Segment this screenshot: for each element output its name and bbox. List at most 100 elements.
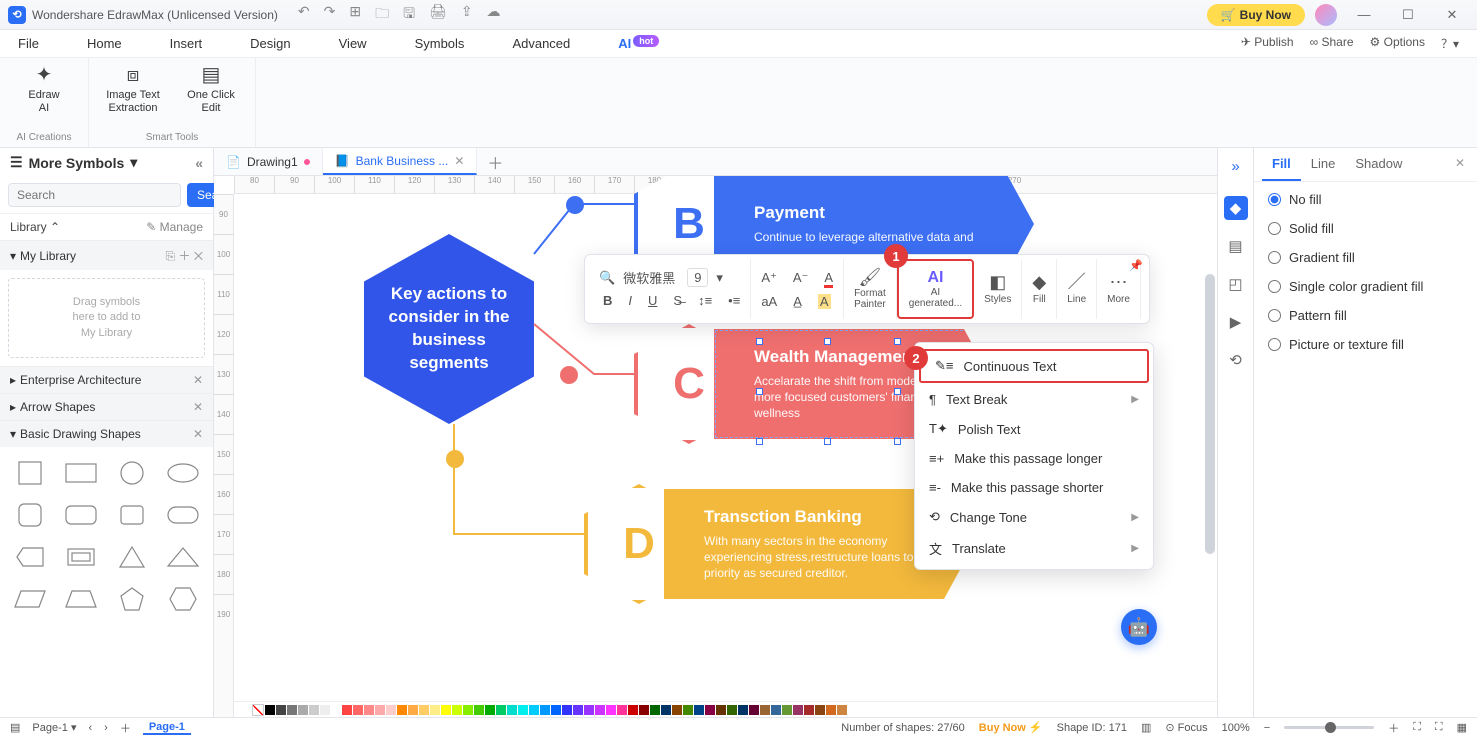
- menu-continuous-text[interactable]: ✎≡Continuous Text: [919, 349, 1149, 383]
- color-swatch[interactable]: [331, 705, 341, 715]
- menu-make-shorter[interactable]: ≡-Make this passage shorter: [915, 473, 1153, 502]
- category-arrow-shapes[interactable]: ▸ Arrow Shapes✕: [0, 393, 213, 420]
- symbol-search-input[interactable]: [8, 183, 181, 207]
- open-icon[interactable]: 🗀: [375, 3, 389, 27]
- color-swatch[interactable]: [727, 705, 737, 715]
- underline-button[interactable]: U: [644, 291, 661, 310]
- export-icon[interactable]: ⇪: [461, 3, 473, 27]
- sheet-panel-icon[interactable]: ◰: [1224, 272, 1248, 296]
- user-avatar[interactable]: [1315, 4, 1337, 26]
- doc-tab-drawing1[interactable]: 📄Drawing1: [214, 148, 323, 175]
- one-click-edit-button[interactable]: ▤One Click Edit: [181, 64, 241, 114]
- pin-icon[interactable]: 📌: [1129, 259, 1143, 272]
- add-lib-icon[interactable]: ＋: [178, 249, 190, 263]
- text-fx-button[interactable]: A̲: [789, 292, 806, 311]
- color-swatch[interactable]: [386, 705, 396, 715]
- color-swatch[interactable]: [441, 705, 451, 715]
- color-swatch[interactable]: [606, 705, 616, 715]
- image-text-extraction-button[interactable]: ⧈Image Text Extraction: [103, 64, 163, 114]
- color-swatch[interactable]: [683, 705, 693, 715]
- color-swatch[interactable]: [782, 705, 792, 715]
- selection-handle[interactable]: [824, 338, 831, 345]
- menu-make-longer[interactable]: ≡+Make this passage longer: [915, 444, 1153, 473]
- page-panel-icon[interactable]: ▤: [1224, 234, 1248, 258]
- shape-triangle[interactable]: [110, 539, 155, 575]
- close-icon[interactable]: ✕: [193, 400, 203, 414]
- color-swatch[interactable]: [738, 705, 748, 715]
- page-dropdown[interactable]: Page-1 ▾: [32, 721, 76, 734]
- page-tab[interactable]: Page-1: [143, 721, 191, 735]
- color-swatch[interactable]: [320, 705, 330, 715]
- vertical-scrollbar[interactable]: [1205, 274, 1215, 554]
- color-swatch[interactable]: [265, 705, 275, 715]
- color-swatch[interactable]: [485, 705, 495, 715]
- chevron-down-icon[interactable]: ▾: [716, 270, 723, 286]
- close-panel-icon[interactable]: ✕: [1451, 148, 1469, 181]
- font-increase-button[interactable]: A⁺: [757, 268, 781, 288]
- line-spacing-button[interactable]: ↕≡: [694, 291, 716, 310]
- selection-handle[interactable]: [756, 438, 763, 445]
- more-symbols-label[interactable]: More Symbols: [29, 155, 125, 171]
- color-swatch[interactable]: [617, 705, 627, 715]
- shape-parallelogram[interactable]: [8, 581, 53, 617]
- color-swatch[interactable]: [298, 705, 308, 715]
- menu-view[interactable]: View: [339, 36, 367, 51]
- shape-rect[interactable]: [59, 455, 104, 491]
- strikethrough-button[interactable]: S̶: [669, 291, 686, 310]
- color-swatch[interactable]: [419, 705, 429, 715]
- prev-page-icon[interactable]: ‹: [88, 722, 92, 734]
- redo-icon[interactable]: ↷: [324, 3, 336, 27]
- add-tab-button[interactable]: ＋: [477, 150, 513, 174]
- color-swatch[interactable]: [364, 705, 374, 715]
- font-name[interactable]: 微软雅黑: [623, 268, 679, 287]
- zoom-value[interactable]: 100%: [1222, 722, 1250, 734]
- menu-change-tone[interactable]: ⟲Change Tone▶: [915, 502, 1153, 532]
- buy-now-button[interactable]: 🛒 Buy Now: [1207, 4, 1305, 26]
- hamburger-icon[interactable]: ☰: [10, 154, 23, 171]
- category-enterprise-architecture[interactable]: ▸ Enterprise Architecture✕: [0, 366, 213, 393]
- diagram-title-hex[interactable]: Key actions to consider in the business …: [364, 234, 534, 424]
- menu-design[interactable]: Design: [250, 36, 290, 51]
- next-page-icon[interactable]: ›: [104, 722, 108, 734]
- color-swatch[interactable]: [595, 705, 605, 715]
- font-search-icon[interactable]: 🔍: [599, 270, 615, 286]
- minimize-button[interactable]: —: [1347, 3, 1381, 27]
- help-button[interactable]: ？▾: [1441, 35, 1459, 52]
- color-swatch[interactable]: [639, 705, 649, 715]
- color-swatch[interactable]: [540, 705, 550, 715]
- presentation-panel-icon[interactable]: ▶: [1224, 310, 1248, 334]
- selection-handle[interactable]: [894, 338, 901, 345]
- menu-polish-text[interactable]: T✦Polish Text: [915, 414, 1153, 444]
- fill-option-pattern[interactable]: Pattern fill: [1268, 308, 1463, 323]
- color-swatch[interactable]: [397, 705, 407, 715]
- tab-shadow[interactable]: Shadow: [1345, 148, 1412, 181]
- color-swatch[interactable]: [771, 705, 781, 715]
- color-swatch[interactable]: [309, 705, 319, 715]
- menu-symbols[interactable]: Symbols: [415, 36, 465, 51]
- shape-hexagon[interactable]: [160, 581, 205, 617]
- menu-translate[interactable]: 文Translate▶: [915, 532, 1153, 565]
- shape-circle[interactable]: [110, 455, 155, 491]
- case-button[interactable]: aA: [757, 292, 781, 311]
- color-swatch[interactable]: [353, 705, 363, 715]
- print-icon[interactable]: 🖨: [429, 3, 447, 27]
- category-basic-drawing-shapes[interactable]: ▾ Basic Drawing Shapes✕: [0, 420, 213, 447]
- shape-diamond-shadow[interactable]: [110, 497, 155, 533]
- close-tab-icon[interactable]: ✕: [454, 154, 464, 168]
- ai-assistant-bubble[interactable]: 🤖: [1121, 609, 1157, 645]
- color-swatch[interactable]: [826, 705, 836, 715]
- shape-frame[interactable]: [59, 539, 104, 575]
- manage-button[interactable]: ✎ Manage: [146, 220, 203, 234]
- menu-home[interactable]: Home: [87, 36, 122, 51]
- grid-view-icon[interactable]: ▦: [1457, 721, 1467, 734]
- color-swatch[interactable]: [562, 705, 572, 715]
- collapse-panel-icon[interactable]: «: [195, 155, 203, 171]
- menu-text-break[interactable]: ¶Text Break▶: [915, 385, 1153, 414]
- color-swatch[interactable]: [496, 705, 506, 715]
- publish-button[interactable]: ✈ Publish: [1241, 35, 1294, 52]
- fullscreen-icon[interactable]: ⛶: [1435, 721, 1443, 734]
- shape-square[interactable]: [8, 455, 53, 491]
- color-swatch[interactable]: [804, 705, 814, 715]
- fit-page-icon[interactable]: ⛶: [1413, 721, 1421, 734]
- color-swatch[interactable]: [628, 705, 638, 715]
